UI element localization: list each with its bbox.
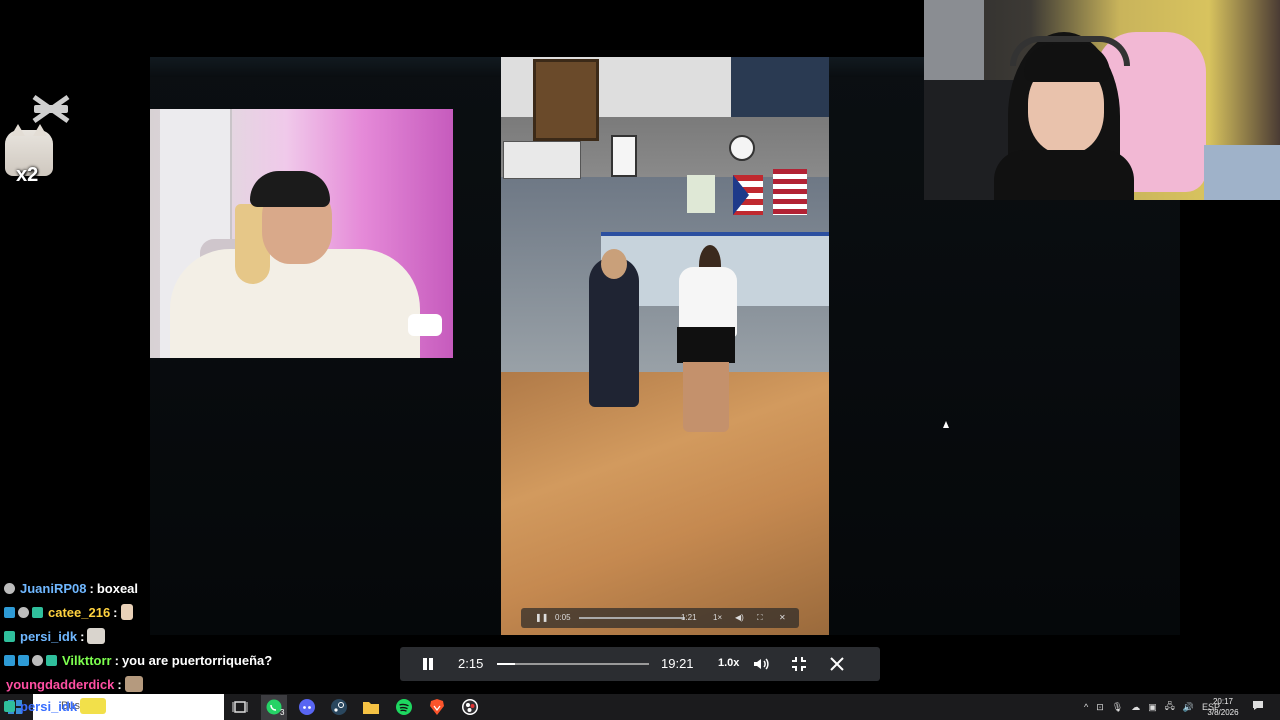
chat-message: catee_216 : bbox=[4, 602, 133, 622]
clip-rate[interactable]: 1× bbox=[713, 613, 722, 622]
progress-track[interactable] bbox=[497, 663, 649, 665]
cat-emote-icon bbox=[87, 628, 106, 644]
prime-badge-icon bbox=[4, 654, 15, 666]
dog-emote-icon bbox=[124, 676, 143, 692]
sub-badge-icon bbox=[4, 630, 15, 642]
reaction-webcam-video bbox=[150, 109, 453, 358]
playback-rate-button[interactable]: 1.0x bbox=[718, 657, 739, 669]
sub-badge-icon bbox=[46, 654, 57, 666]
chat-message: Vilkttorr : you are puertorriqueña? bbox=[4, 650, 272, 670]
progress-fill bbox=[497, 663, 515, 665]
task-view-icon[interactable] bbox=[231, 698, 249, 716]
close-icon[interactable] bbox=[828, 655, 846, 673]
system-tray: ^ ⊡ 🎙 ☁ ▣ 🖧 🔊 ESP bbox=[1084, 696, 1220, 718]
clip-pause-icon[interactable]: ❚❚ bbox=[535, 613, 548, 622]
clip-duration: 1:21 bbox=[681, 613, 697, 622]
brave-icon[interactable] bbox=[428, 698, 446, 716]
obs-icon[interactable] bbox=[461, 698, 479, 716]
display-icon[interactable]: ▣ bbox=[1148, 702, 1157, 713]
coach-head bbox=[601, 249, 627, 279]
cat-badge-icon bbox=[18, 606, 29, 618]
pause-icon[interactable] bbox=[422, 658, 434, 670]
capcut-logo-icon bbox=[32, 94, 70, 124]
clip-progress-track[interactable] bbox=[579, 617, 685, 619]
total-duration: 19:21 bbox=[661, 656, 694, 671]
chat-message: JuaniRP08 : boxeal bbox=[4, 578, 138, 598]
gym-window bbox=[731, 57, 829, 117]
sub-badge-icon bbox=[32, 606, 43, 618]
file-explorer-icon[interactable] bbox=[362, 698, 380, 716]
webcam-person-beanie bbox=[250, 171, 330, 207]
wood-floor bbox=[501, 372, 829, 635]
facecam-shirt bbox=[994, 150, 1134, 200]
flag-puerto-rico bbox=[733, 175, 763, 215]
flag-usa bbox=[773, 169, 807, 215]
sub-badge-icon bbox=[4, 700, 15, 712]
mouse-cursor-icon bbox=[943, 421, 949, 428]
wall-clock bbox=[729, 135, 755, 161]
usb-icon[interactable]: ⊡ bbox=[1096, 702, 1104, 713]
cube-badge-icon bbox=[4, 606, 15, 618]
boxer-legs bbox=[683, 362, 729, 432]
chat-username[interactable]: Vilkttorr bbox=[62, 653, 112, 668]
webcam-wristband bbox=[408, 314, 442, 336]
clip-close-icon[interactable]: ✕ bbox=[779, 613, 786, 622]
elapsed-time: 2:15 bbox=[458, 656, 484, 671]
wall-picture bbox=[611, 135, 637, 177]
chat-username[interactable]: persi_idk bbox=[20, 629, 77, 644]
clock-time: 20:17 bbox=[1212, 697, 1234, 706]
streamer-facecam bbox=[924, 0, 1280, 200]
cube-badge-icon bbox=[18, 654, 29, 666]
exit-fullscreen-icon[interactable] bbox=[790, 655, 808, 673]
chat-username[interactable]: youngdadderdick bbox=[6, 677, 114, 692]
clip-elapsed: 0:05 bbox=[555, 613, 571, 622]
boxer-shorts bbox=[677, 327, 735, 363]
discord-icon[interactable] bbox=[298, 698, 316, 716]
facecam-blanket bbox=[1204, 145, 1280, 200]
coach-figure bbox=[589, 257, 639, 407]
whatsapp-badge: 3 bbox=[280, 708, 285, 717]
hand-emote-icon bbox=[120, 604, 133, 620]
wall-plaque bbox=[503, 141, 581, 179]
network-icon[interactable]: 🖧 bbox=[1165, 699, 1175, 715]
cat-badge-icon bbox=[32, 654, 43, 666]
microphone-icon[interactable]: 🎙 bbox=[1112, 702, 1123, 713]
chat-message: persi_idk : bbox=[4, 626, 106, 646]
clock-date: 3/8/2026 bbox=[1207, 708, 1239, 717]
chat-message: persi_idk bbox=[4, 696, 107, 716]
lemon-emote-icon bbox=[80, 698, 107, 714]
flag-mexico bbox=[687, 175, 715, 213]
clip-fullscreen-icon[interactable]: ⛶ bbox=[757, 613, 763, 623]
clip-control-bar[interactable]: ❚❚ 0:05 1:21 1× ◀) ⛶ ✕ bbox=[521, 608, 799, 628]
clip-volume-icon[interactable]: ◀) bbox=[735, 613, 744, 622]
cat-badge-icon bbox=[4, 582, 15, 594]
chat-text: you are puertorriqueña? bbox=[121, 652, 273, 668]
steam-icon[interactable] bbox=[330, 698, 348, 716]
emote-multiplier: x2 bbox=[16, 164, 39, 186]
webcam-person-shirt bbox=[170, 249, 420, 358]
volume-icon[interactable] bbox=[752, 655, 770, 673]
onedrive-icon[interactable]: ☁ bbox=[1131, 702, 1140, 713]
headphones-icon bbox=[1010, 36, 1130, 66]
video-player-controls: 2:15 19:21 1.0x bbox=[400, 647, 880, 681]
facecam-curtain bbox=[924, 0, 984, 80]
boxing-clip-video[interactable]: ❚❚ 0:05 1:21 1× ◀) ⛶ ✕ bbox=[501, 57, 829, 635]
chat-username[interactable]: persi_idk bbox=[20, 699, 77, 714]
chat-username[interactable]: JuaniRP08 bbox=[20, 581, 86, 596]
wall-portrait bbox=[533, 59, 599, 141]
chat-text: boxeal bbox=[96, 580, 139, 596]
chevron-up-icon[interactable]: ^ bbox=[1084, 702, 1088, 712]
spotify-icon[interactable] bbox=[395, 698, 413, 716]
chat-message: youngdadderdick : bbox=[4, 674, 143, 694]
chat-username[interactable]: catee_216 bbox=[48, 605, 110, 620]
taskbar-clock[interactable]: 20:17 3/8/2026 bbox=[1205, 696, 1241, 718]
notification-center-icon[interactable] bbox=[1252, 700, 1264, 711]
speaker-icon[interactable]: 🔊 bbox=[1183, 702, 1194, 713]
